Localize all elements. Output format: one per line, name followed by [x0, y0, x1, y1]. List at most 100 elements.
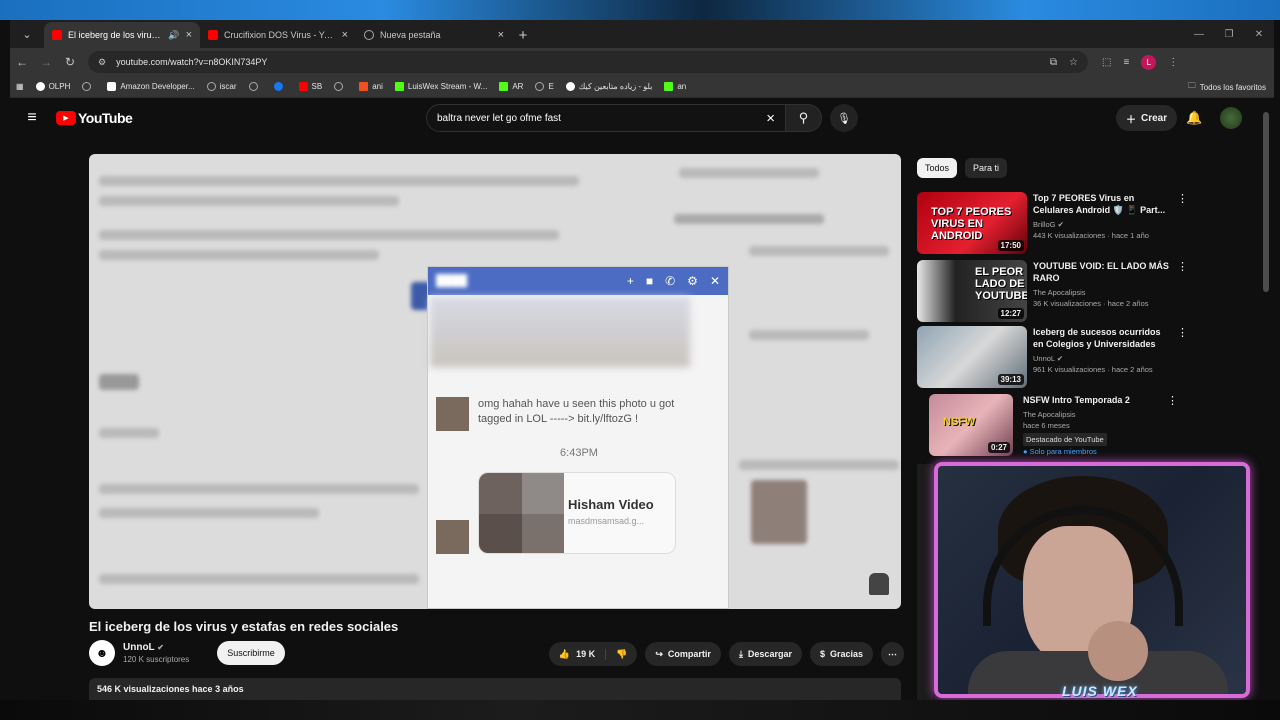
blurred-text [99, 176, 579, 186]
minimize-icon[interactable]: — [1184, 29, 1214, 40]
channel-name[interactable]: UnnoL ✔ [123, 642, 189, 653]
close-tab-icon[interactable]: × [498, 29, 504, 41]
bookmark-label: E [548, 82, 554, 91]
more-actions-button[interactable]: ⋯ [881, 642, 904, 666]
hamburger-menu-icon[interactable]: ≡ [12, 109, 52, 127]
video-thumbnail[interactable]: 39:13 [917, 326, 1027, 388]
close-icon: ✕ [709, 274, 720, 288]
maximize-icon[interactable]: ❐ [1214, 29, 1244, 40]
all-bookmarks[interactable]: 🗀 Todos los favoritos [1188, 76, 1266, 98]
clear-search-icon[interactable]: × [766, 110, 775, 127]
tab-search-chevron-icon[interactable]: ⌄ [16, 23, 38, 45]
recommended-video[interactable]: NSFW 0:27 NSFW Intro Temporada 2 The Apo… [917, 394, 1189, 457]
search-button[interactable]: ⚲ [786, 104, 822, 132]
close-window-icon[interactable]: ✕ [1244, 29, 1274, 40]
profile-avatar[interactable]: L [1141, 54, 1157, 70]
video-player[interactable]: ████ + ■ ✆ ⚙ ✕ omg hahah have u seen thi… [89, 154, 901, 609]
audio-playing-icon[interactable]: 🔊 [168, 30, 179, 41]
create-button[interactable]: ＋ Crear [1116, 105, 1178, 131]
bookmark-globe[interactable] [248, 82, 262, 91]
bookmark-blank[interactable] [82, 82, 95, 91]
webcam-person-hand [1088, 621, 1148, 681]
video-duration: 12:27 [997, 308, 1024, 319]
account-avatar[interactable] [1220, 107, 1242, 129]
rec-title[interactable]: Iceberg de sucesos ocurridos en Colegios… [1033, 326, 1173, 350]
super-thanks-icon: $ [819, 649, 825, 659]
channel-name-text: UnnoL [123, 642, 155, 653]
bookmark-iscar[interactable]: iscar [206, 82, 237, 91]
omnibox[interactable]: ⚙ youtube.com/watch?v=n8OKIN734PY ⧉ ☆ [88, 51, 1088, 73]
bottom-decoration [0, 700, 1280, 720]
install-app-icon[interactable]: ⧉ [1050, 57, 1057, 68]
page-scrollbar[interactable] [1263, 98, 1269, 698]
subscribe-button[interactable]: Suscribirme [217, 641, 285, 665]
bookmark-blank2[interactable] [334, 82, 347, 91]
dislike-button[interactable]: 👎 [606, 649, 637, 660]
site-info-icon[interactable]: ⚙ [98, 57, 106, 68]
recommended-video[interactable]: 39:13 Iceberg de sucesos ocurridos en Co… [917, 326, 1189, 388]
blurred-text [99, 196, 399, 206]
forward-icon[interactable]: → [34, 55, 58, 69]
share-button[interactable]: ↪ Compartir [645, 642, 721, 666]
media-controls-icon[interactable]: ≡ [1123, 57, 1129, 68]
rec-channel[interactable]: The Apocalipsis [1033, 288, 1086, 297]
scrollbar-thumb[interactable] [1263, 112, 1269, 292]
youtube-logo[interactable]: ▶ YouTube [56, 110, 133, 126]
video-thumbnail[interactable]: EL PEOR LADO DE YOUTUBE 12:27 [917, 260, 1027, 322]
chip-for-you[interactable]: Para ti [965, 158, 1008, 178]
rec-channel[interactable]: UnnoL [1033, 354, 1055, 363]
rec-more-icon[interactable]: ⋮ [1177, 326, 1188, 388]
close-tab-icon[interactable]: × [342, 29, 348, 41]
chat-message-text: omg hahah have u seen this photo u got t… [478, 398, 675, 425]
subscriber-count: 120 K suscriptores [123, 655, 190, 664]
rec-more-icon[interactable]: ⋮ [1167, 394, 1178, 457]
bookmark-facebook[interactable] [273, 82, 287, 91]
extensions-icon[interactable]: ⬚ [1102, 57, 1111, 68]
bookmark-an[interactable]: an [664, 82, 686, 91]
video-thumbnail[interactable]: TOP 7 PEORES VIRUS EN ANDROID 17:50 [917, 192, 1027, 254]
tab-crucifixion[interactable]: Crucifixion DOS Virus - YouTube × [200, 22, 356, 48]
rec-title[interactable]: Top 7 PEORES Virus en Celulares Android … [1033, 192, 1173, 216]
bookmark-sb[interactable]: SB [298, 82, 322, 91]
chip-all[interactable]: Todos [917, 158, 958, 178]
bookmark-e[interactable]: E [535, 82, 554, 91]
rec-title[interactable]: NSFW Intro Temporada 2 [1023, 394, 1163, 406]
recommended-video[interactable]: EL PEOR LADO DE YOUTUBE 12:27 YOUTUBE VO… [917, 260, 1189, 322]
bookmark-ani[interactable]: ani [359, 82, 383, 91]
channel-avatar[interactable]: ☻ [89, 640, 115, 666]
rec-more-icon[interactable]: ⋮ [1177, 260, 1188, 322]
bookmark-olph[interactable]: OLPH [35, 82, 70, 91]
bookmark-ar[interactable]: AR [499, 82, 523, 91]
voice-search-button[interactable]: 🎙 [830, 104, 858, 132]
rec-more-icon[interactable]: ⋮ [1177, 192, 1188, 254]
search-query[interactable]: baltra never let go ofme fast [437, 113, 766, 124]
tab-iceberg[interactable]: El iceberg de los virus y estafas 🔊 × [44, 22, 200, 48]
rec-channel[interactable]: The Apocalipsis [1023, 410, 1076, 419]
menu-kebab-icon[interactable]: ⋮ [1168, 57, 1178, 68]
back-icon[interactable]: ← [10, 55, 34, 69]
recommended-video[interactable]: TOP 7 PEORES VIRUS EN ANDROID 17:50 Top … [917, 192, 1189, 254]
thanks-button[interactable]: $ Gracias [809, 642, 873, 666]
close-tab-icon[interactable]: × [186, 29, 192, 41]
url-text[interactable]: youtube.com/watch?v=n8OKIN734PY [116, 57, 1038, 67]
rec-channel[interactable]: BrilloG [1033, 220, 1056, 229]
bookmark-star-icon[interactable]: ☆ [1069, 57, 1078, 68]
bookmark-amazon[interactable]: Amazon Developer... [107, 82, 195, 91]
video-thumbnail[interactable]: NSFW 0:27 [929, 394, 1013, 456]
like-button[interactable]: 👍 19 K [549, 648, 607, 660]
apps-grid-icon[interactable]: ▦ [16, 82, 24, 91]
download-label: Descargar [747, 649, 792, 659]
bookmark-label: LuisWex Stream - W... [407, 82, 488, 91]
channel-row: ☻ UnnoL ✔ 120 K suscriptores Suscribirme [89, 640, 285, 666]
notifications-bell-icon[interactable]: 🔔 [1186, 110, 1202, 126]
search-input[interactable]: baltra never let go ofme fast × [426, 104, 786, 132]
bookmark-kick-followers[interactable]: بلو - زياده متابعين كيك [565, 82, 652, 91]
new-tab-button[interactable]: + [512, 24, 534, 46]
bookmark-luiswex[interactable]: LuisWex Stream - W... [394, 82, 488, 91]
description-box[interactable]: 546 K visualizaciones hace 3 años [89, 678, 901, 700]
download-button[interactable]: ⤓ Descargar [728, 642, 802, 666]
reload-icon[interactable]: ↻ [58, 55, 82, 69]
tab-new[interactable]: Nueva pestaña × [356, 22, 512, 48]
youtube-wordmark: YouTube [78, 110, 133, 126]
rec-title[interactable]: YOUTUBE VOID: EL LADO MÁS RARO [1033, 260, 1173, 284]
